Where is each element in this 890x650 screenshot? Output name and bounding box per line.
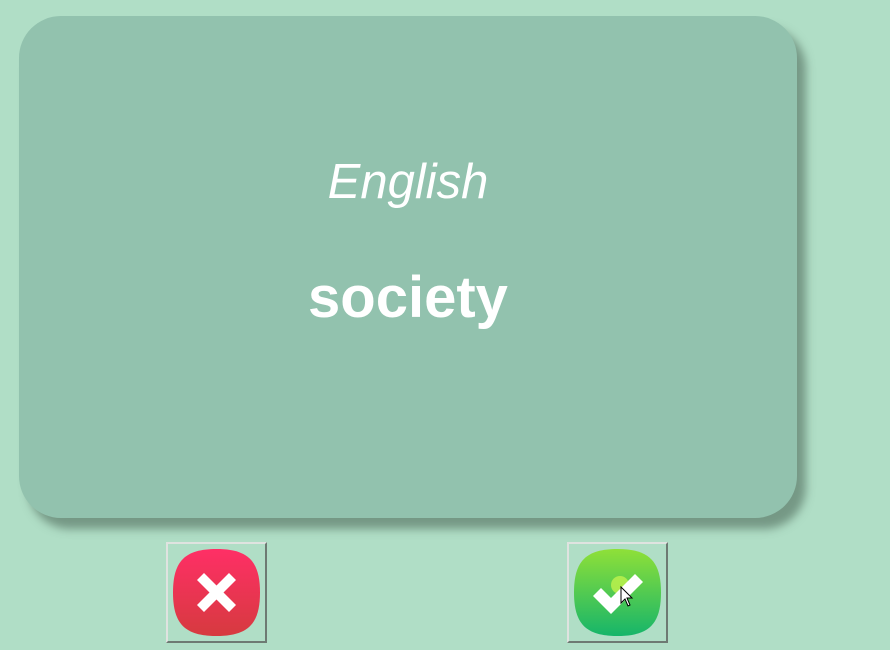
flashcard-screen: English society: [0, 0, 890, 650]
wrong-answer-button[interactable]: [166, 542, 267, 643]
correct-answer-button[interactable]: [567, 542, 668, 643]
card-language-label: English: [327, 155, 489, 209]
card-word: society: [308, 265, 508, 330]
checkmark-icon: [574, 549, 661, 636]
flashcard[interactable]: English society: [19, 16, 797, 518]
x-mark-icon: [173, 549, 260, 636]
